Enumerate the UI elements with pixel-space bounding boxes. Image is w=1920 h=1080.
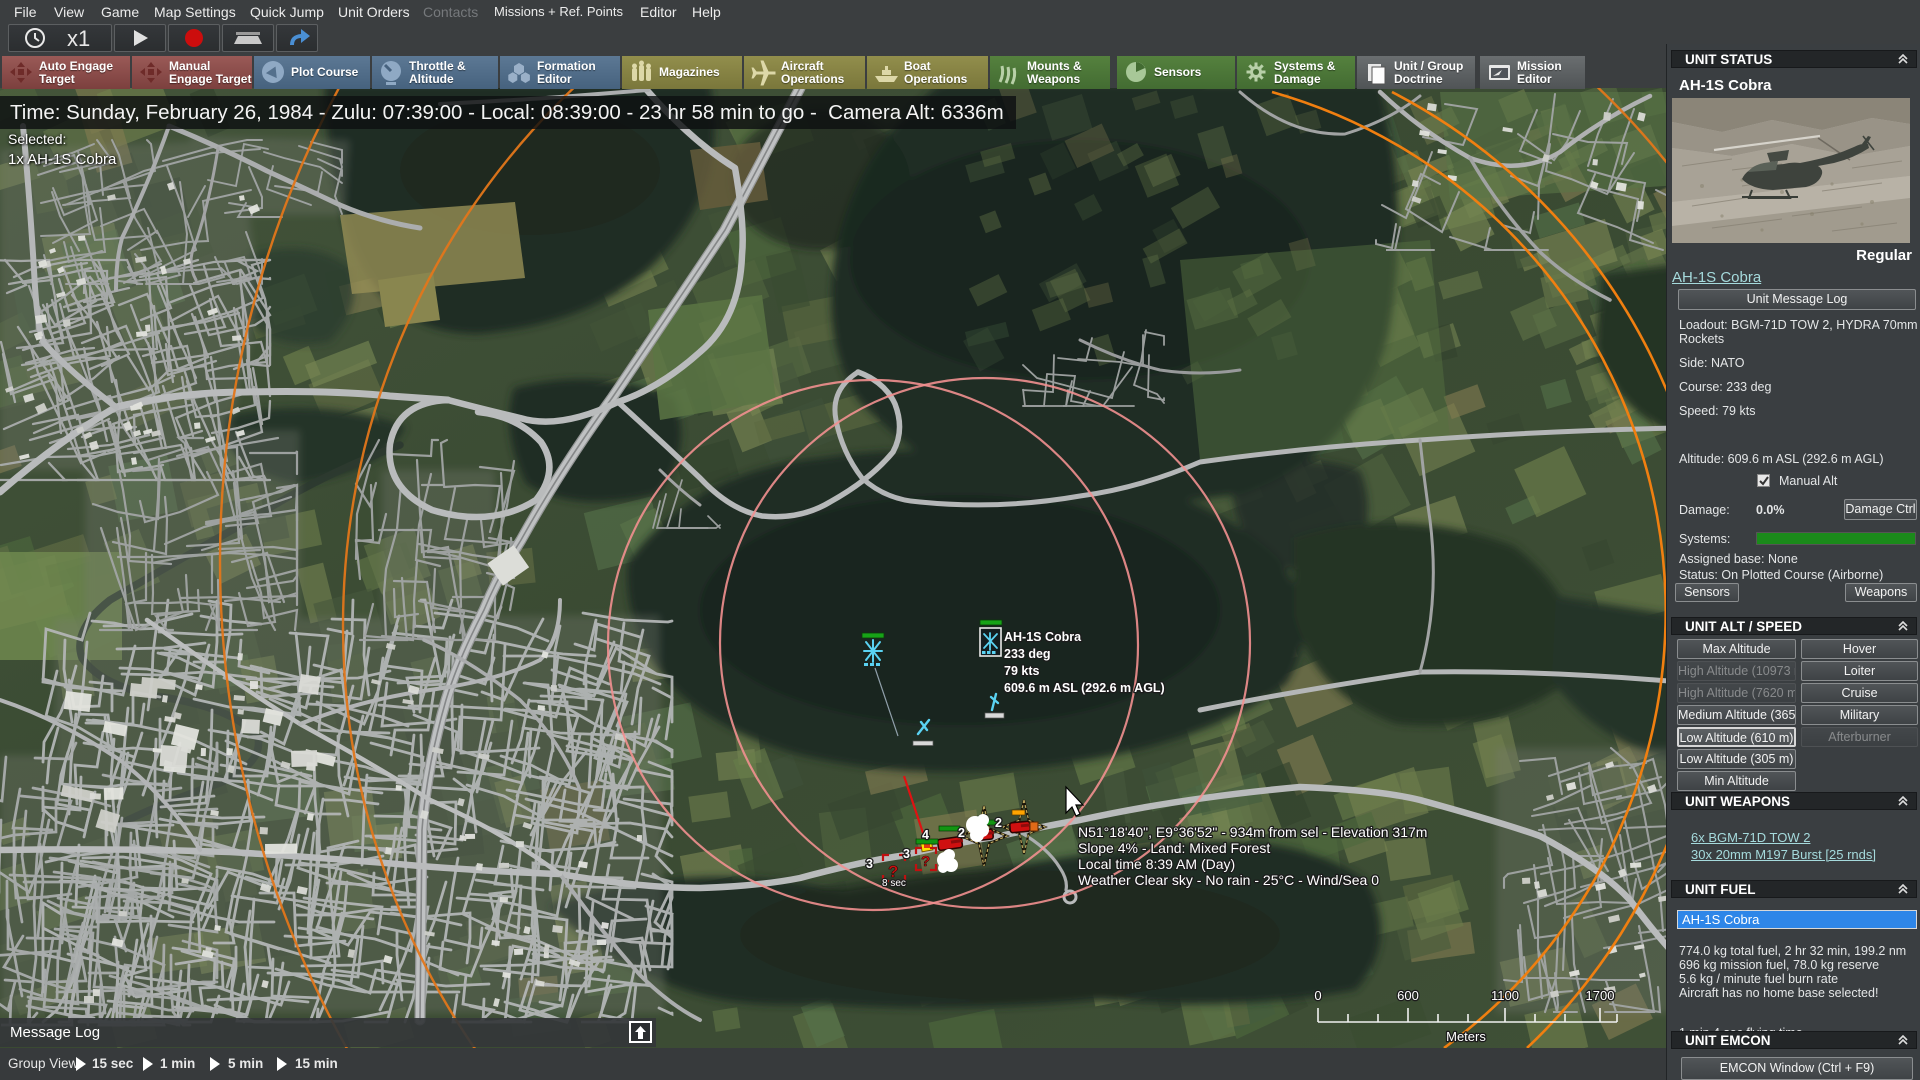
svg-text:0: 0 bbox=[1314, 988, 1321, 1003]
svg-text:Local time 8:39 AM (Day): Local time 8:39 AM (Day) bbox=[1078, 856, 1235, 872]
svg-text:4: 4 bbox=[922, 828, 929, 842]
svg-text:1100: 1100 bbox=[1491, 988, 1519, 1003]
svg-text:3: 3 bbox=[866, 857, 873, 871]
svg-text:2: 2 bbox=[958, 826, 965, 840]
svg-text:Slope 4% - Land: Mixed Forest: Slope 4% - Land: Mixed Forest bbox=[1078, 840, 1270, 856]
svg-text:?: ? bbox=[921, 853, 930, 870]
svg-text:609.6 m ASL (292.6 m AGL): 609.6 m ASL (292.6 m AGL) bbox=[1004, 681, 1165, 695]
svg-text:79 kts: 79 kts bbox=[1004, 664, 1039, 678]
svg-text:Weather Clear sky - No rain -: Weather Clear sky - No rain - 25°C - Win… bbox=[1078, 872, 1379, 888]
svg-text:1700: 1700 bbox=[1586, 988, 1615, 1003]
svg-text:N51°18'40", E9°36'52" - 934m f: N51°18'40", E9°36'52" - 934m from sel - … bbox=[1078, 824, 1427, 840]
svg-text:233 deg: 233 deg bbox=[1004, 647, 1051, 661]
svg-text:AH-1S Cobra: AH-1S Cobra bbox=[1004, 630, 1082, 644]
svg-text:Meters: Meters bbox=[1446, 1029, 1486, 1044]
svg-text:8 sec: 8 sec bbox=[882, 878, 906, 889]
svg-text:3: 3 bbox=[903, 847, 910, 861]
svg-text:x1: x1 bbox=[67, 26, 90, 51]
svg-text:2: 2 bbox=[995, 816, 1002, 830]
svg-text:600: 600 bbox=[1397, 988, 1419, 1003]
